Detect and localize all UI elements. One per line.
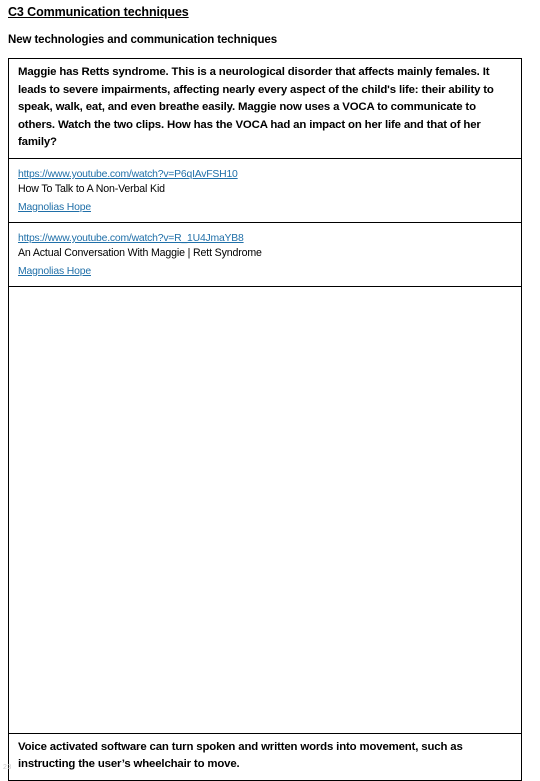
page-title: C3 Communication techniques: [8, 5, 189, 19]
video-cell-2: https://www.youtube.com/watch?v=R_1U4Jma…: [8, 221, 522, 287]
table-row-video-2: https://www.youtube.com/watch?v=R_1U4Jma…: [8, 221, 522, 287]
prompt-cell: Maggie has Retts syndrome. This is a neu…: [8, 58, 522, 159]
answer-area-cell[interactable]: [8, 285, 522, 734]
table-row-prompt: Maggie has Retts syndrome. This is a neu…: [8, 58, 522, 159]
video-cell-1: https://www.youtube.com/watch?v=P6qIAvFS…: [8, 157, 522, 223]
heading-block: C3 Communication techniques New technolo…: [8, 4, 524, 48]
prompt-text: Maggie has Retts syndrome. This is a neu…: [18, 66, 494, 149]
video-title-2: An Actual Conversation With Maggie | Ret…: [18, 246, 262, 259]
table-row-video-1: https://www.youtube.com/watch?v=P6qIAvFS…: [8, 157, 522, 223]
footer-note-text: Voice activated software can turn spoken…: [18, 740, 463, 771]
video-channel-link-1[interactable]: Magnolias Hope: [18, 201, 91, 215]
slide-canvas: C3 Communication techniques New technolo…: [0, 0, 540, 781]
video-url-link-2[interactable]: https://www.youtube.com/watch?v=R_1U4Jma…: [18, 232, 244, 246]
content-table: Maggie has Retts syndrome. This is a neu…: [8, 58, 522, 781]
page-number: 23: [3, 764, 12, 771]
answer-area-text[interactable]: [9, 287, 521, 298]
table-row-footer: Voice activated software can turn spoken…: [8, 732, 522, 781]
video-channel-link-2[interactable]: Magnolias Hope: [18, 265, 91, 279]
page-subtitle: New technologies and communication techn…: [8, 34, 277, 46]
video-url-link-1[interactable]: https://www.youtube.com/watch?v=P6qIAvFS…: [18, 168, 238, 182]
footer-cell: Voice activated software can turn spoken…: [8, 732, 522, 781]
table-row-answer: [8, 285, 522, 734]
video-title-1: How To Talk to A Non-Verbal Kid: [18, 182, 165, 195]
